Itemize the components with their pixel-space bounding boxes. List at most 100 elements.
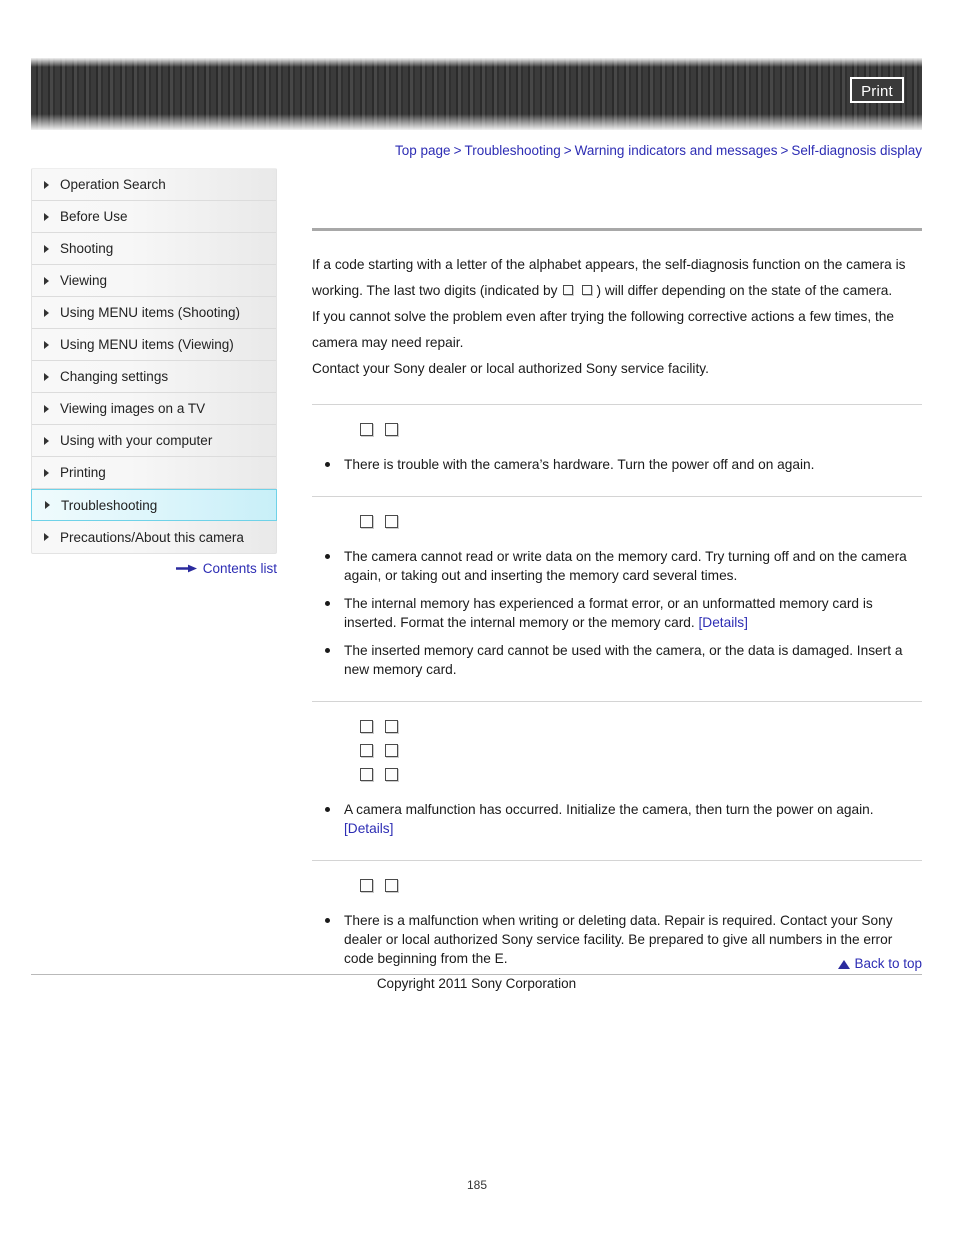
triangle-right-icon [44,468,49,477]
box-placeholder-icon [360,768,373,781]
back-to-top-link[interactable]: Back to top [600,956,922,971]
intro-paragraph: If a code starting with a letter of the … [312,252,922,382]
box-placeholder-icon [582,285,593,295]
box-placeholder-icon [385,515,398,528]
error-code-block [312,497,922,535]
list-item-text: There is trouble with the camera’s hardw… [344,457,815,472]
box-placeholder-icon [360,879,373,892]
list-item: The internal memory has experienced a fo… [322,594,922,632]
intro-text-part3: If you cannot solve the problem even aft… [312,309,895,350]
footer-divider [31,974,922,975]
triangle-right-icon [44,436,49,445]
error-code-row [360,875,922,899]
list-item: The camera cannot read or write data on … [322,547,922,585]
triangle-right-icon [44,533,49,541]
sidebar-item-viewing-images-on-a-tv[interactable]: Viewing images on a TV [32,393,276,425]
list-item-text: The inserted memory card cannot be used … [344,643,903,677]
sidebar-item-label: Viewing [60,273,108,288]
content-top-divider [312,228,922,231]
page-number: 185 [466,1178,488,1192]
box-placeholder-icon [385,744,398,757]
box-placeholder-icon [360,744,373,757]
sidebar-item-printing[interactable]: Printing [32,457,276,489]
triangle-right-icon [44,340,49,349]
triangle-right-icon [44,308,49,317]
sidebar-item-label: Before Use [60,209,128,224]
error-code-block [312,702,922,788]
triangle-right-icon [44,180,49,189]
sidebar-item-label: Troubleshooting [61,497,158,513]
list-item: The inserted memory card cannot be used … [322,641,922,679]
error-code-block [312,861,922,899]
error-code-row [360,419,922,443]
sidebar-item-label: Viewing images on a TV [60,401,206,416]
sidebar-item-label: Printing [60,465,106,480]
intro-text-part2: ) will differ depending on the state of … [596,283,893,298]
sidebar-item-label: Using MENU items (Shooting) [60,305,241,320]
sidebar-item-troubleshooting[interactable]: Troubleshooting [31,489,277,521]
breadcrumb-item-self-diagnosis-display[interactable]: Self-diagnosis display [791,143,922,158]
sidebar-item-label: Using with your computer [60,433,213,448]
details-link[interactable]: [Details] [699,615,748,630]
sidebar-item-using-menu-items-shooting[interactable]: Using MENU items (Shooting) [32,297,276,329]
breadcrumb-item-warning-indicators[interactable]: Warning indicators and messages [575,143,778,158]
triangle-right-icon [44,212,49,221]
copyright-text: Copyright 2011 Sony Corporation [376,976,577,991]
triangle-right-icon [44,404,49,413]
error-code-row [360,511,922,535]
sidebar-item-label: Changing settings [60,369,169,384]
sidebar-item-operation-search[interactable]: Operation Search [32,169,276,201]
main-content: If a code starting with a letter of the … [312,228,922,968]
sidebar-item-precautions-about-this-camera[interactable]: Precautions/About this camera [32,521,276,553]
box-placeholder-icon [385,879,398,892]
print-button[interactable]: Print [850,77,904,103]
sidebar-item-changing-settings[interactable]: Changing settings [32,361,276,393]
header-banner: Print [31,58,922,130]
list-item-text: A camera malfunction has occurred. Initi… [344,802,874,817]
error-code-row [360,716,922,740]
breadcrumb: Top page > Troubleshooting > Warning indicat… [310,143,922,158]
breadcrumb-item-troubleshooting[interactable]: Troubleshooting [464,143,560,158]
sidebar-item-label: Shooting [60,241,114,256]
sidebar-item-before-use[interactable]: Before Use [32,201,276,233]
box-placeholder-icon [360,515,373,528]
list-item: A camera malfunction has occurred. Initi… [322,800,922,838]
details-link[interactable]: [Details] [344,821,393,836]
sidebar-item-shooting[interactable]: Shooting [32,233,276,265]
box-placeholder-icon [360,720,373,733]
list-item-text: The camera cannot read or write data on … [344,549,907,583]
breadcrumb-separator: > [780,143,789,158]
breadcrumb-item-top-page[interactable]: Top page [395,143,451,158]
bullet-list: A camera malfunction has occurred. Initi… [312,800,922,838]
box-placeholder-icon [385,423,398,436]
arrow-right-icon [175,562,198,577]
box-placeholder-icon [563,285,574,295]
sidebar-item-label: Precautions/About this camera [60,529,244,545]
breadcrumb-separator: > [563,143,572,158]
list-item-text: The internal memory has experienced a fo… [344,596,873,630]
triangle-right-icon [45,501,50,509]
contents-list-label: Contents list [202,561,277,576]
sidebar-item-label: Operation Search [60,177,166,192]
sidebar-item-using-with-your-computer[interactable]: Using with your computer [32,425,276,457]
sidebar-item-viewing[interactable]: Viewing [32,265,276,297]
bullet-list: The camera cannot read or write data on … [312,547,922,679]
box-placeholder-icon [360,423,373,436]
list-item: There is trouble with the camera’s hardw… [322,455,922,474]
sidebar-navigation: Operation Search Before Use Shooting Vie… [31,168,277,554]
sidebar-item-label: Using MENU items (Viewing) [60,337,234,352]
masked-digits-inline [563,283,593,298]
triangle-up-icon [838,960,851,969]
triangle-right-icon [44,372,49,381]
bullet-list: There is trouble with the camera’s hardw… [312,455,922,474]
triangle-right-icon [44,244,49,253]
error-code-row [360,740,922,764]
breadcrumb-separator: > [453,143,462,158]
sidebar-item-using-menu-items-viewing[interactable]: Using MENU items (Viewing) [32,329,276,361]
triangle-right-icon [44,276,49,285]
box-placeholder-icon [385,768,398,781]
box-placeholder-icon [385,720,398,733]
error-code-row [360,764,922,788]
contents-list-link[interactable]: Contents list [31,561,277,577]
error-code-block [312,405,922,443]
